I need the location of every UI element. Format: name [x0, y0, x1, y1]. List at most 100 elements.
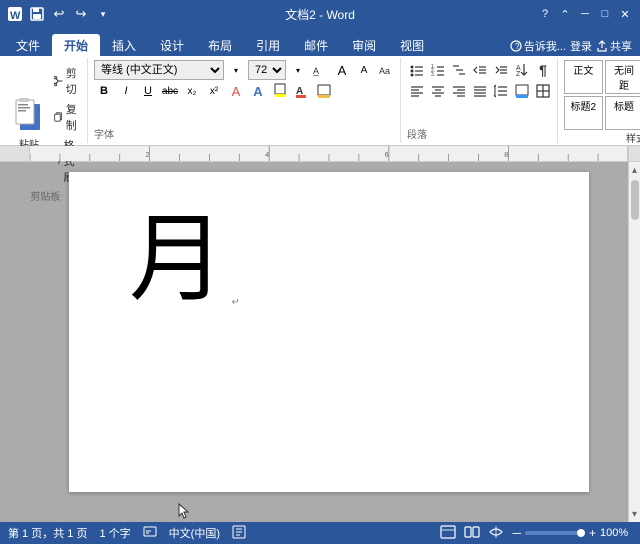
align-center-btn[interactable] [428, 81, 448, 101]
close-btn[interactable]: ✕ [616, 5, 634, 23]
underline-btn[interactable]: U [138, 81, 158, 101]
tab-references[interactable]: 引用 [244, 34, 292, 56]
text-effect-btn[interactable]: A [248, 81, 268, 101]
ruler-main[interactable]: 2 4 6 8 [30, 146, 628, 161]
vertical-scrollbar[interactable]: ▴ ▾ [628, 162, 640, 522]
styles-gallery: 正文 无间距 标题1 标题2 标题 副标题 [564, 60, 640, 130]
cut-btn[interactable]: 剪切 [52, 64, 83, 98]
document-page[interactable]: 月 ↵ [69, 172, 589, 492]
multilevel-list-btn[interactable] [449, 60, 469, 80]
font-color-btn[interactable]: A [292, 81, 312, 101]
tab-review[interactable]: 审阅 [340, 34, 388, 56]
show-para-marks-btn[interactable]: ¶ [533, 60, 553, 80]
doc-sidebar-left [0, 162, 30, 522]
tab-layout[interactable]: 布局 [196, 34, 244, 56]
status-bar-right: ─ + 100% [440, 525, 632, 542]
view-reading-btn[interactable] [464, 525, 480, 542]
doc-stats-icon[interactable] [232, 525, 246, 542]
svg-text:3.: 3. [431, 72, 435, 78]
decrease-indent-btn[interactable] [470, 60, 490, 80]
bold-btn[interactable]: B [94, 81, 114, 101]
word-logo-icon[interactable]: W [6, 5, 24, 23]
word-count[interactable]: 1 个字 [99, 525, 130, 541]
line-spacing-btn[interactable] [491, 81, 511, 101]
page-info[interactable]: 第 1 页，共 1 页 [8, 525, 87, 541]
style-normal-btn[interactable]: 正文 [564, 60, 603, 94]
change-case-btn[interactable]: Aa [376, 60, 396, 80]
restore-btn[interactable]: □ [596, 5, 614, 23]
text-highlight-btn[interactable] [270, 81, 290, 101]
unordered-list-btn[interactable] [407, 60, 427, 80]
para-row1: 1. 2. 3. [407, 60, 553, 80]
style-title-btn[interactable]: 标题 [605, 96, 640, 130]
font-name-select[interactable]: 等线 (中文正文) [94, 60, 224, 80]
font-group-label: 字体 [94, 126, 396, 141]
view-normal-btn[interactable] [440, 525, 456, 542]
scroll-thumb[interactable] [631, 180, 639, 220]
zoom-slider[interactable] [525, 531, 585, 535]
ribbon-tab-right-actions: ? 告诉我... 登录 共享 [510, 38, 640, 56]
ribbon-toggle-icon[interactable]: ⌃ [556, 5, 574, 23]
quick-save-btn[interactable] [28, 5, 46, 23]
font-size-select[interactable]: 72 [248, 60, 286, 80]
svg-text:6: 6 [385, 151, 389, 159]
scroll-up-btn[interactable]: ▴ [629, 162, 640, 178]
superscript-btn[interactable]: x² [204, 81, 224, 101]
decrease-font-btn[interactable]: A [354, 60, 374, 80]
align-right-btn[interactable] [449, 81, 469, 101]
zoom-percent[interactable]: 100% [600, 527, 632, 539]
align-left-btn[interactable] [407, 81, 427, 101]
italic-btn[interactable]: I [116, 81, 136, 101]
svg-text:?: ? [515, 42, 520, 51]
window-title: 文档2 - Word [285, 6, 355, 23]
ruler-right-padding [628, 146, 640, 161]
language[interactable]: 中文(中国) [169, 525, 220, 541]
para-row2 [407, 81, 553, 101]
minimize-btn[interactable]: ─ [576, 5, 594, 23]
shading-btn[interactable] [314, 81, 334, 101]
tab-view[interactable]: 视图 [388, 34, 436, 56]
help-icon[interactable]: ? [536, 5, 554, 23]
font-name-dropdown-btn[interactable]: ▾ [226, 60, 246, 80]
font-size-dropdown-btn[interactable]: ▾ [288, 60, 308, 80]
font-size-bi-btn[interactable]: A̲ [310, 60, 330, 80]
scroll-down-btn[interactable]: ▾ [629, 506, 640, 522]
zoom-in-btn[interactable]: + [589, 526, 596, 540]
increase-indent-btn[interactable] [491, 60, 511, 80]
svg-text:2: 2 [145, 151, 149, 159]
increase-font-btn[interactable]: A [332, 60, 352, 80]
tab-file[interactable]: 文件 [4, 34, 52, 56]
doc-main[interactable]: 月 ↵ [30, 162, 628, 522]
tab-home[interactable]: 开始 [52, 34, 100, 56]
styles-btn[interactable]: 样式 [622, 130, 640, 145]
customize-quick-access-btn[interactable]: ▾ [94, 5, 112, 23]
tab-mailings[interactable]: 邮件 [292, 34, 340, 56]
strikethrough-btn[interactable]: abc [160, 81, 180, 101]
subscript-btn[interactable]: x₂ [182, 81, 202, 101]
zoom-out-btn[interactable]: ─ [512, 526, 521, 540]
signin-btn[interactable]: 登录 [570, 38, 592, 54]
view-web-btn[interactable] [488, 525, 504, 542]
font-group: 等线 (中文正文) ▾ 72 ▾ A̲ A A Aa B I U abc x₂ [90, 58, 401, 143]
style-noSpacing-btn[interactable]: 无间距 [605, 60, 640, 94]
border-btn[interactable] [533, 81, 553, 101]
spell-check-icon[interactable] [143, 525, 157, 542]
tab-design[interactable]: 设计 [148, 34, 196, 56]
paste-btn[interactable]: 粘贴 [8, 94, 50, 153]
style-heading2-btn[interactable]: 标题2 [564, 96, 603, 130]
clear-format-btn[interactable]: A [226, 81, 246, 101]
redo-btn[interactable]: ↪ [72, 5, 90, 23]
justify-btn[interactable] [470, 81, 490, 101]
ruler: 2 4 6 8 [0, 146, 640, 162]
shading-para-btn[interactable] [512, 81, 532, 101]
clipboard-group: 粘贴 剪切 [4, 58, 88, 143]
copy-btn[interactable]: 复制 [52, 100, 83, 134]
tab-insert[interactable]: 插入 [100, 34, 148, 56]
undo-btn[interactable]: ↩ [50, 5, 68, 23]
sort-btn[interactable]: A Z [512, 60, 532, 80]
ordered-list-btn[interactable]: 1. 2. 3. [428, 60, 448, 80]
tell-me-btn[interactable]: ? 告诉我... [510, 38, 566, 54]
zoom-thumb[interactable] [577, 529, 585, 537]
svg-text:Aa: Aa [379, 66, 390, 76]
share-btn[interactable]: 共享 [596, 38, 632, 54]
